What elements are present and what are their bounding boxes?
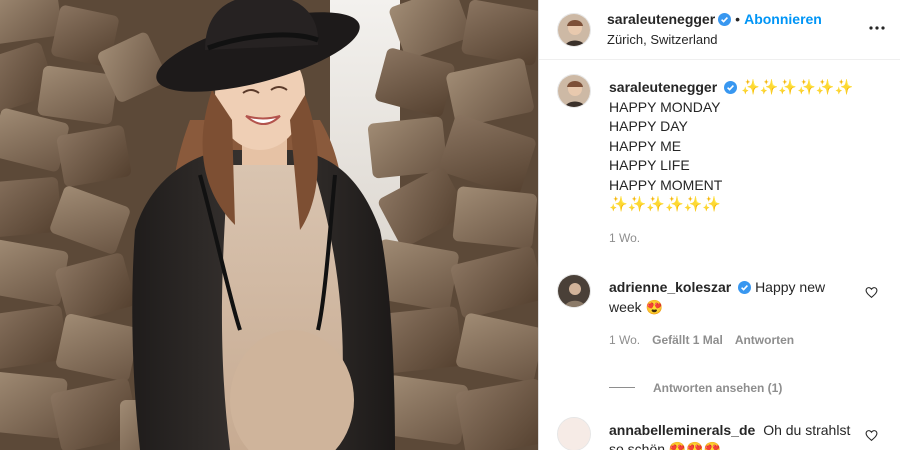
comments-section: saraleutenegger ✨✨✨✨✨✨ HAPPY MONDAY HAPP…	[539, 60, 900, 450]
caption-meta: 1 Wo.	[609, 229, 854, 249]
caption-line: HAPPY LIFE	[609, 157, 690, 173]
heart-icon[interactable]	[865, 286, 878, 299]
verified-badge-icon	[724, 81, 738, 94]
post-dialog: saraleutenegger • Abonnieren Zürich, Switz…	[0, 0, 900, 450]
caption: saraleutenegger ✨✨✨✨✨✨ HAPPY MONDAY HAPP…	[557, 74, 884, 248]
caption-author-avatar[interactable]	[557, 74, 591, 108]
replies-divider	[609, 387, 635, 388]
reply-button[interactable]: Antworten	[735, 333, 794, 347]
annabelle-minerals-logo	[558, 417, 590, 450]
verified-badge-icon	[718, 13, 732, 26]
commenter-avatar-image	[558, 275, 590, 307]
commenter-avatar[interactable]	[557, 416, 591, 450]
caption-line: HAPPY MOMENT	[609, 176, 723, 193]
post-image	[0, 0, 538, 450]
caption-body: saraleutenegger ✨✨✨✨✨✨ HAPPY MONDAY HAPP…	[609, 78, 884, 248]
caption-avatar-image	[558, 75, 590, 107]
view-replies-label: Antworten ansehen (1)	[653, 380, 783, 395]
author-username[interactable]: saraleutenegger	[607, 11, 715, 27]
caption-sparkles-bottom: ✨✨✨✨✨✨	[609, 196, 722, 213]
comment-likes[interactable]: Gefällt 1 Mal	[652, 333, 723, 347]
verified-badge-icon	[738, 281, 752, 294]
follow-button[interactable]: Abonnieren	[744, 11, 822, 27]
comment-body: annabelleminerals_de Oh du strahlst so s…	[609, 421, 884, 450]
post-photo[interactable]	[0, 0, 538, 450]
caption-line: HAPPY ME	[609, 137, 682, 154]
comment: annabelleminerals_de Oh du strahlst so s…	[557, 416, 884, 450]
comment-time[interactable]: 1 Wo.	[609, 333, 640, 347]
header-separator: •	[735, 11, 741, 27]
commenter-avatar[interactable]	[557, 274, 591, 308]
caption-sparkles-top: ✨✨✨✨✨✨	[741, 79, 854, 96]
commenter-username[interactable]: annabelleminerals_de	[609, 422, 755, 438]
author-avatar[interactable]	[557, 12, 591, 47]
comment-body: adrienne_koleszar Happy new week 😍 1 Wo.…	[609, 278, 884, 351]
post-side-panel: saraleutenegger • Abonnieren Zürich, Switz…	[538, 0, 900, 450]
commenter-username[interactable]: adrienne_koleszar	[609, 279, 731, 295]
comment-meta: 1 Wo. Gefällt 1 Mal Antworten	[609, 331, 854, 351]
heart-icon[interactable]	[865, 429, 878, 442]
caption-username[interactable]: saraleutenegger	[609, 79, 717, 95]
author-avatar-image	[558, 13, 590, 46]
more-options-icon[interactable]	[868, 19, 886, 37]
comment: adrienne_koleszar Happy new week 😍 1 Wo.…	[557, 274, 884, 351]
view-replies-button[interactable]: Antworten ansehen (1)	[609, 381, 884, 395]
post-header-info: saraleutenegger • Abonnieren Zürich, Switz…	[607, 10, 822, 49]
post-header: saraleutenegger • Abonnieren Zürich, Switz…	[539, 0, 900, 60]
caption-line: HAPPY MONDAY	[609, 98, 721, 115]
post-location[interactable]: Zürich, Switzerland	[607, 31, 822, 49]
caption-line: HAPPY DAY	[609, 118, 688, 134]
caption-time[interactable]: 1 Wo.	[609, 231, 640, 245]
